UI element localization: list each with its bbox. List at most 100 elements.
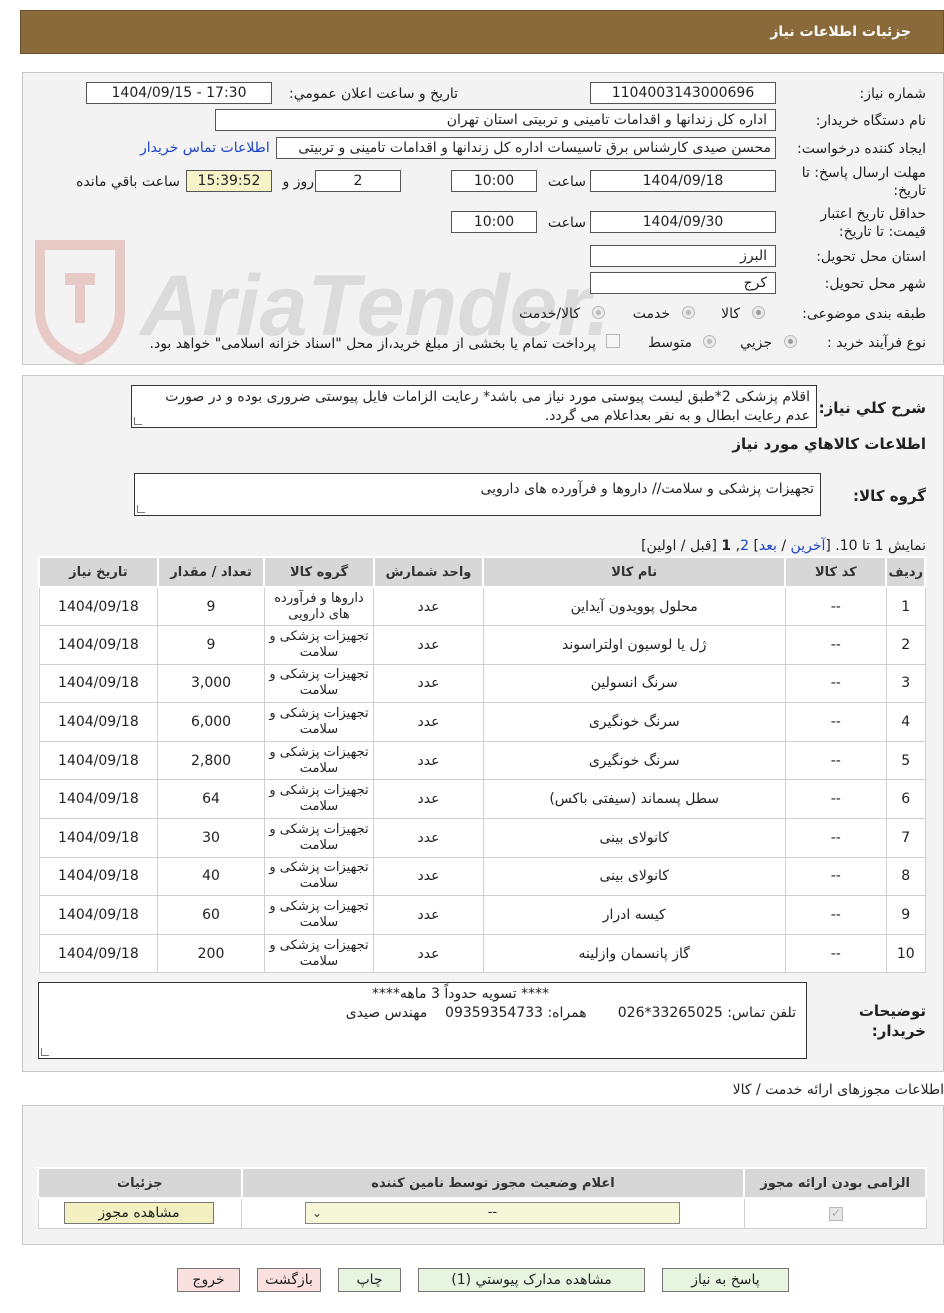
validity-time-label: ساعت	[547, 215, 586, 231]
cell-unit: عدد	[373, 933, 484, 974]
cell-group: داروها و فرآورده های دارویی	[263, 586, 375, 627]
back-button[interactable]: بازگشت	[257, 1268, 321, 1292]
cell-qty: 3,000	[157, 663, 265, 704]
deadline-time-field: 10:00	[451, 170, 537, 192]
permit-required-checkbox[interactable]: ✓	[828, 1206, 843, 1221]
cell-code: --	[784, 663, 887, 704]
buyer-notes-label-2: خریدار:	[871, 1022, 926, 1040]
view-permit-button[interactable]: مشاهده مجوز	[64, 1202, 214, 1224]
goods-group-textarea: تجهیزات پزشکی و سلامت// داروها و فرآورده…	[134, 473, 821, 516]
validity-label-1: حداقل تاریخ اعتبار	[820, 206, 926, 222]
pager-page-2[interactable]: 2	[740, 538, 749, 554]
cell-code: --	[784, 856, 887, 897]
category-service-radio[interactable]	[682, 306, 695, 319]
cell-unit: عدد	[373, 702, 484, 742]
table-row: 6 -- سطل پسماند (سیفتی باکس) عدد تجهیزات پزش…	[38, 779, 926, 820]
treasury-note: پرداخت تمام یا بخشی از مبلغ خرید،از محل …	[149, 336, 596, 352]
process-label: نوع فرآیند خرید :	[827, 335, 926, 351]
view-attachments-button[interactable]: مشاهده مدارک پیوستي (1)	[418, 1268, 645, 1292]
cell-row-number: 3	[885, 663, 926, 704]
table-row: 5 -- سرنگ خونگیری عدد تجهیزات پزشکی و سلامت 2…	[38, 740, 926, 781]
table-row: 1 -- محلول پوویدون آیداین عدد داروها و فرآور…	[38, 586, 926, 627]
cell-group: تجهیزات پزشکی و سلامت	[263, 779, 375, 820]
buyer-notes-line-1: **** تسویه حدوداً 3 ماهه****	[371, 986, 550, 1002]
permits-title: اطلاعات مجوزهای ارائه خدمت / کالا	[732, 1082, 944, 1098]
need-number-field: 1104003143000696	[590, 82, 776, 104]
category-both-label: کالا/خدمت	[519, 306, 580, 322]
cell-date: 1404/09/18	[38, 933, 159, 974]
cell-name: محلول پوویدون آیداین	[482, 586, 786, 627]
cell-unit: عدد	[373, 895, 484, 935]
cell-date: 1404/09/18	[38, 586, 159, 627]
buyer-notes-textarea: **** تسویه حدوداً 3 ماهه**** تلفن تماس: …	[38, 982, 807, 1059]
resize-grip-icon[interactable]	[41, 1048, 49, 1056]
announce-field: 1404/09/15 - 17:30	[86, 82, 272, 104]
page-header: جزئیات اطلاعات نیاز	[20, 10, 944, 54]
reply-button[interactable]: پاسخ به نیاز	[662, 1268, 789, 1292]
announce-label: تاریخ و ساعت اعلان عمومي:	[289, 86, 458, 102]
buyer-contact-link[interactable]: اطلاعات تماس خریدار	[140, 140, 270, 156]
cell-name: ژل یا لوسیون اولتراسوند	[482, 625, 786, 665]
cell-group: تجهیزات پزشکی و سلامت	[263, 933, 375, 974]
time-remaining-label: ساعت باقي مانده	[76, 174, 180, 190]
category-both-radio[interactable]	[592, 306, 605, 319]
treasury-checkbox[interactable]	[606, 334, 620, 348]
cell-date: 1404/09/18	[38, 779, 159, 820]
resize-grip-icon[interactable]	[134, 417, 142, 425]
province-field: البرز	[590, 245, 776, 267]
creator-label: ایجاد کننده درخواست:	[797, 141, 926, 157]
buyer-notes-label-1: توضیحات	[858, 1002, 926, 1020]
cell-row-number: 2	[885, 625, 926, 665]
col-permit-status: اعلام وضعیت مجوز توسط نامین کننده	[240, 1167, 746, 1199]
resize-grip-icon[interactable]	[137, 505, 145, 513]
creator-field: محسن صیدی کارشناس برق تاسیسات اداره کل ز…	[276, 137, 776, 159]
pager-page-1: 1	[721, 538, 732, 554]
cell-group: تجهیزات پزشکی و سلامت	[263, 663, 375, 704]
category-goods-label: کالا	[721, 306, 740, 322]
deadline-date-field: 1404/09/18	[590, 170, 776, 192]
cell-code: --	[784, 625, 887, 665]
table-row: 4 -- سرنگ خونگیری عدد تجهیزات پزشکی و سلامت 6…	[38, 702, 926, 742]
cell-date: 1404/09/18	[38, 702, 159, 742]
cell-qty: 9	[157, 625, 265, 665]
pager-showing: نمایش 1 تا 10.	[835, 538, 926, 554]
cell-code: --	[784, 779, 887, 820]
cell-code: --	[784, 586, 887, 627]
cell-code: --	[784, 933, 887, 974]
pager-next-link[interactable]: بعد	[759, 538, 777, 554]
cell-qty: 200	[157, 933, 265, 974]
description-label: شرح کلي نياز:	[818, 399, 926, 417]
pager-prev-first: [قبل / اولین]	[641, 538, 717, 554]
process-small-radio[interactable]	[784, 335, 797, 348]
cell-code: --	[784, 702, 887, 742]
cell-unit: عدد	[373, 856, 484, 897]
exit-button[interactable]: خروج	[177, 1268, 240, 1292]
process-medium-label: متوسط	[648, 335, 692, 351]
cell-row-number: 8	[885, 856, 926, 897]
cell-qty: 60	[157, 895, 265, 935]
cell-date: 1404/09/18	[38, 740, 159, 781]
cell-row-number: 10	[885, 933, 926, 974]
days-label: روز و	[282, 174, 315, 190]
category-goods-radio[interactable]	[752, 306, 765, 319]
category-service-label: خدمت	[632, 306, 670, 322]
cell-code: --	[784, 895, 887, 935]
cell-unit: عدد	[373, 818, 484, 858]
permit-status-select[interactable]: -- ⌄	[305, 1202, 680, 1224]
print-button[interactable]: چاپ	[338, 1268, 401, 1292]
cell-name: گاز پانسمان وازلینه	[482, 933, 786, 974]
chevron-down-icon: ⌄	[312, 1206, 323, 1220]
pager-last-link[interactable]: آخرین	[791, 538, 826, 554]
deadline-label-2: تاریخ:	[893, 183, 926, 199]
cell-name: سطل پسماند (سیفتی باکس)	[482, 779, 786, 820]
check-icon: ✓	[830, 1206, 841, 1220]
col-row: ردیف	[885, 556, 926, 588]
col-group: گروه کالا	[263, 556, 375, 588]
col-date: تاریخ نیاز	[38, 556, 159, 588]
validity-date-field: 1404/09/30	[590, 211, 776, 233]
cell-group: تجهیزات پزشکی و سلامت	[263, 702, 375, 742]
process-medium-radio[interactable]	[703, 335, 716, 348]
cell-row-number: 6	[885, 779, 926, 820]
cell-row-number: 9	[885, 895, 926, 935]
col-code: کد کالا	[784, 556, 888, 588]
